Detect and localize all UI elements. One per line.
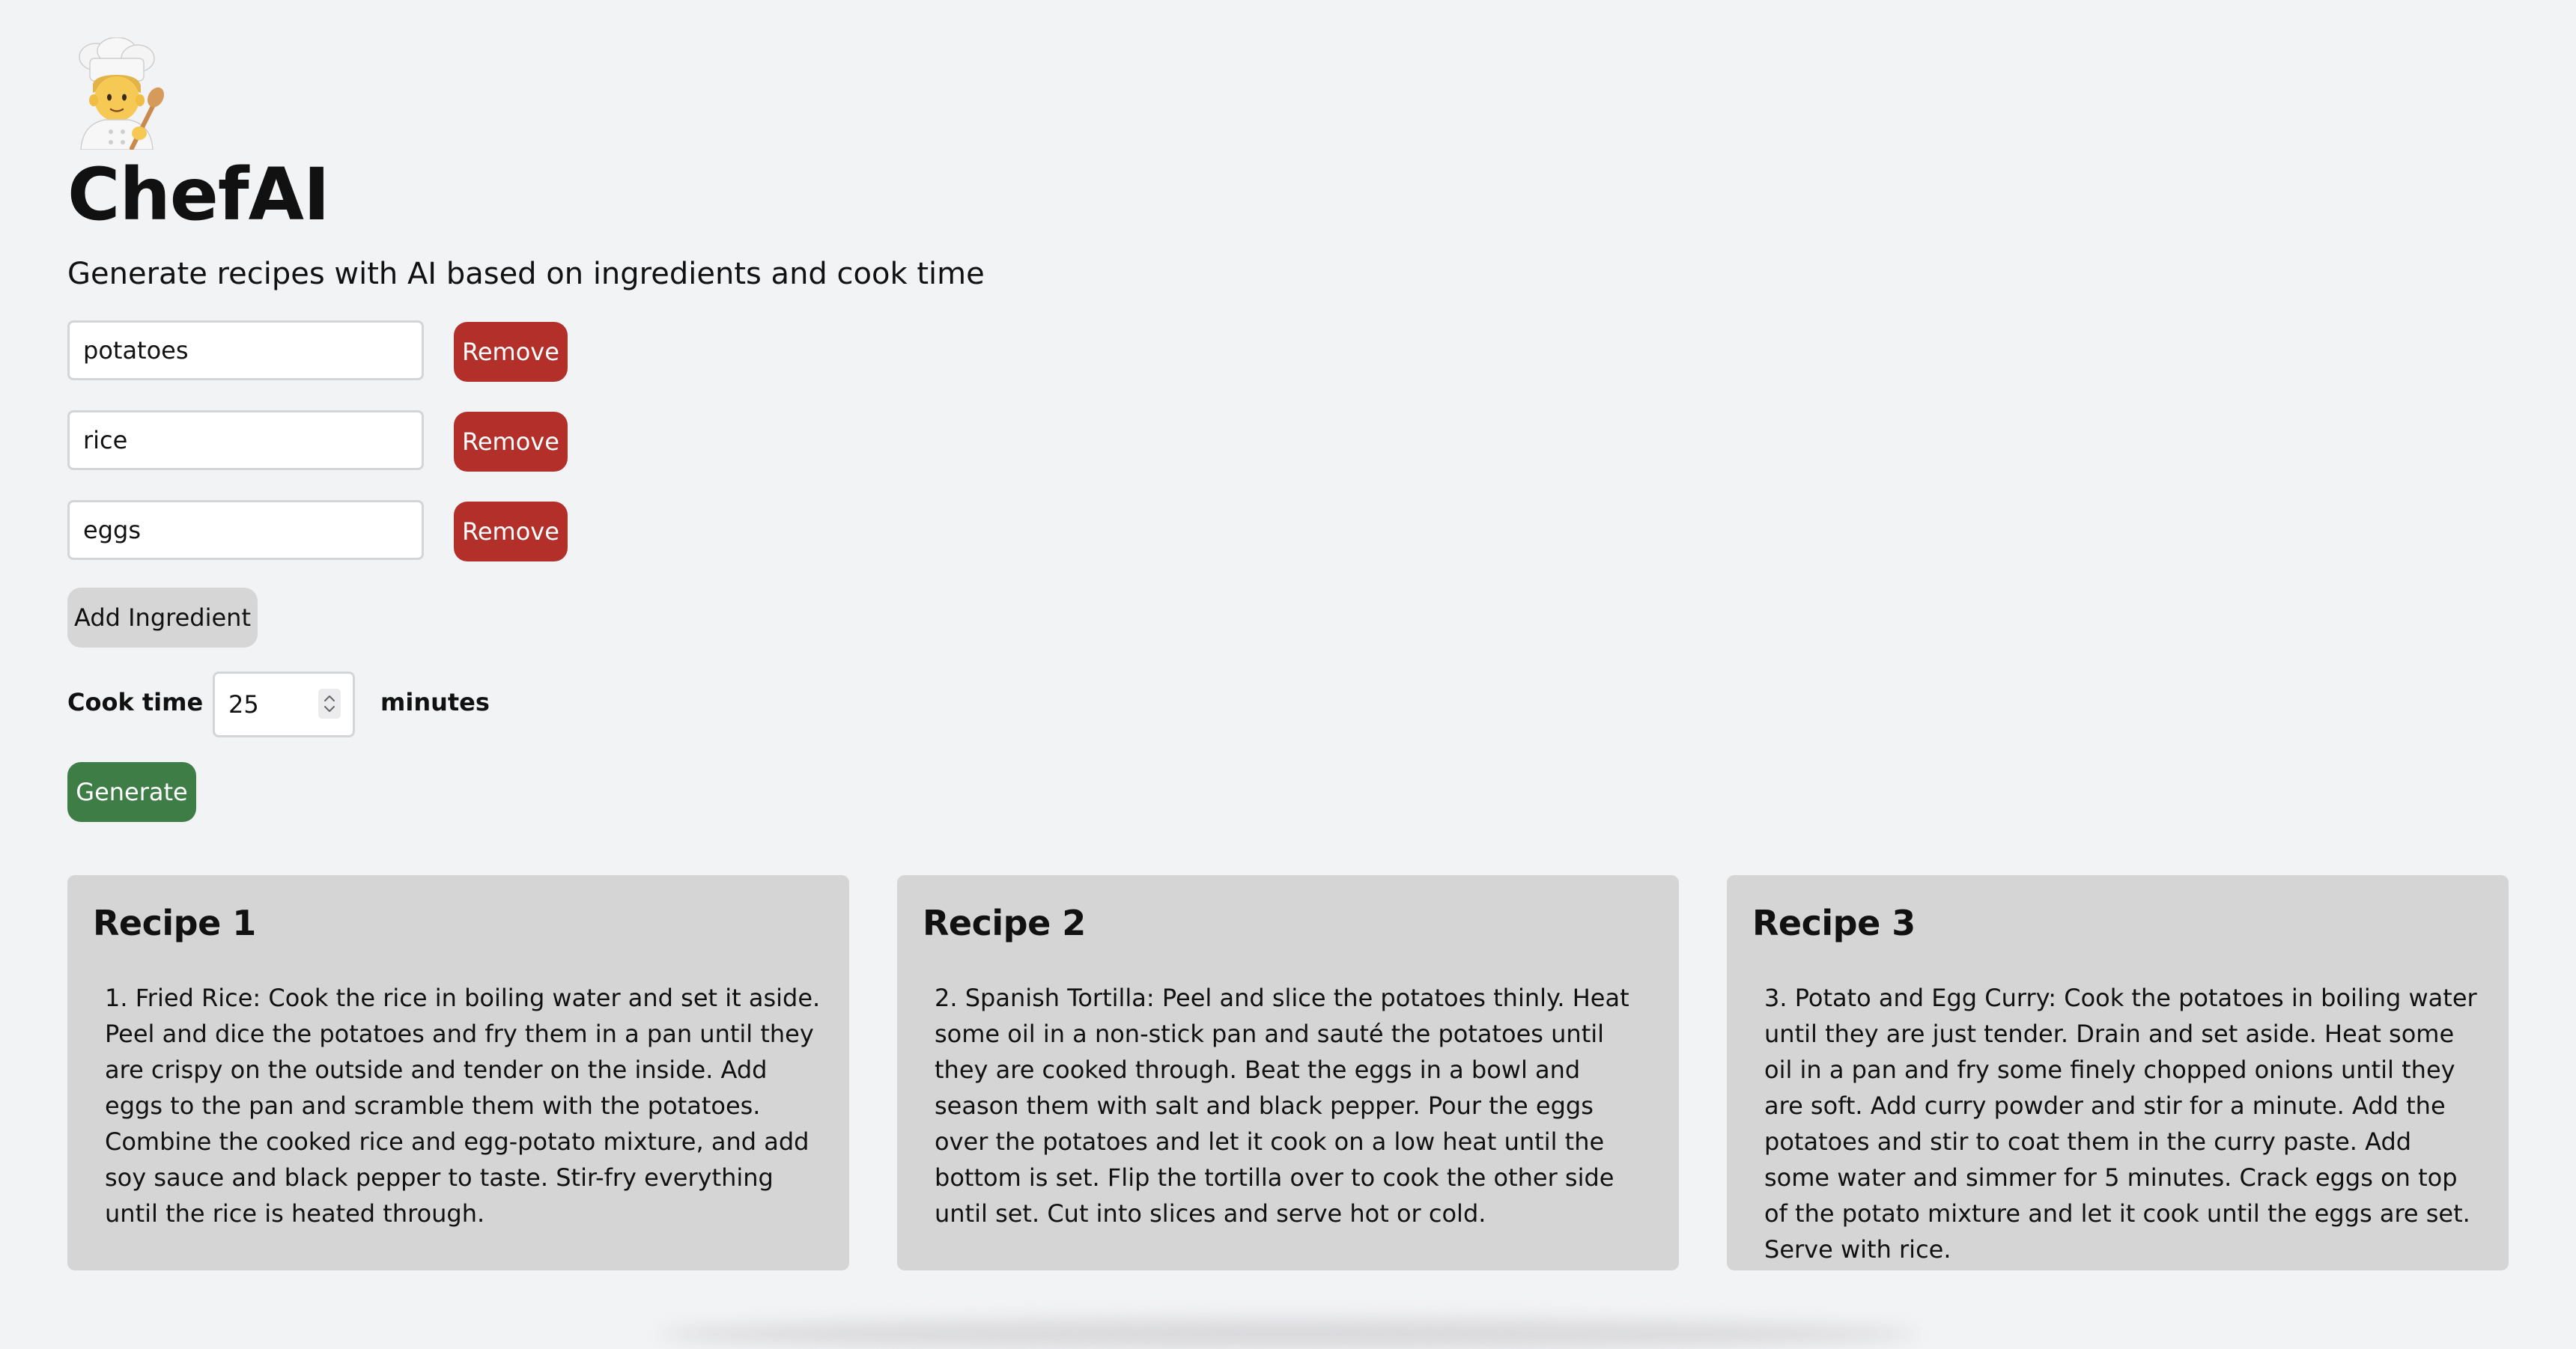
recipe-text: 1. Fried Rice: Cook the rice in boiling … xyxy=(105,984,821,1228)
app-title: ChefAI xyxy=(67,153,330,237)
generate-button[interactable]: Generate xyxy=(67,762,196,822)
remove-ingredient-button[interactable]: Remove xyxy=(454,502,568,561)
recipe-card: Recipe 1 1. Fried Rice: Cook the rice in… xyxy=(67,875,849,1270)
recipe-card: Recipe 3 3. Potato and Egg Curry: Cook t… xyxy=(1727,875,2509,1270)
bottom-shadow xyxy=(659,1319,1917,1349)
remove-ingredient-button[interactable]: Remove xyxy=(454,412,568,472)
cook-time-label: Cook time xyxy=(67,688,204,716)
chef-emoji-icon xyxy=(67,37,165,150)
ingredient-input[interactable] xyxy=(67,410,424,470)
cook-time-field[interactable] xyxy=(213,672,355,737)
recipe-card: Recipe 2 2. Spanish Tortilla: Peel and s… xyxy=(897,875,1679,1270)
recipe-text: 2. Spanish Tortilla: Peel and slice the … xyxy=(935,984,1629,1228)
recipe-text: 3. Potato and Egg Curry: Cook the potato… xyxy=(1764,984,2477,1264)
recipe-title: Recipe 1 xyxy=(93,903,256,943)
recipe-title: Recipe 3 xyxy=(1752,903,1916,943)
ingredient-input[interactable] xyxy=(67,320,424,380)
ingredient-input[interactable] xyxy=(67,500,424,560)
recipe-title: Recipe 2 xyxy=(923,903,1086,943)
number-stepper-icon[interactable] xyxy=(318,689,341,719)
cook-time-unit: minutes xyxy=(380,688,490,716)
recipes-grid: Recipe 1 1. Fried Rice: Cook the rice in… xyxy=(67,875,2509,1270)
cook-time-row: Cook time minutes xyxy=(67,672,592,737)
cook-time-input[interactable] xyxy=(228,674,311,735)
app-subtitle: Generate recipes with AI based on ingred… xyxy=(67,257,985,291)
remove-ingredient-button[interactable]: Remove xyxy=(454,322,568,382)
add-ingredient-button[interactable]: Add Ingredient xyxy=(67,588,258,648)
